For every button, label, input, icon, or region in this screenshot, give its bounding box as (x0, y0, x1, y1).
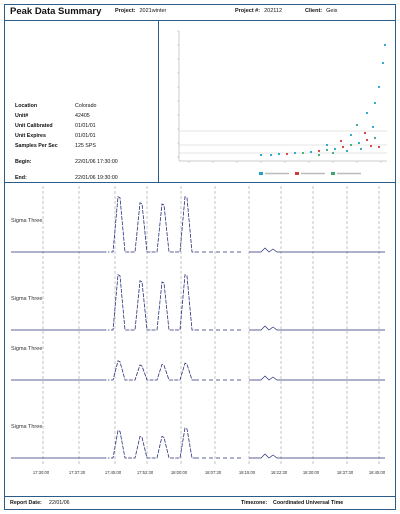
scatter-point-9 (333, 147, 337, 151)
scatter-point-17 (345, 149, 349, 153)
scatter-point-5 (301, 151, 305, 155)
report-date-value: 22/01/06 (49, 500, 70, 506)
timezone-value: Coordinated Universal Time (273, 500, 344, 506)
scatter-point-15 (317, 153, 321, 157)
scatter-point-1 (269, 153, 273, 157)
time-axis-label-4: 18:00:00 (171, 470, 188, 475)
section-divider (5, 182, 395, 183)
scatter-point-21 (349, 133, 353, 137)
waveform-panel: Sigma Three Sigma Three Sigma Three Sigma T… (11, 186, 386, 475)
time-axis-label-2: 17:45:00 (105, 470, 122, 475)
time-axis-label-8: 18:30:00 (303, 470, 320, 475)
scatter-point-16 (331, 151, 335, 155)
peak-scatter-chart (177, 30, 387, 175)
timezone-label: Timezone: (241, 500, 268, 506)
time-axis-label-5: 18:07:30 (205, 470, 222, 475)
scatter-point-14 (373, 136, 377, 140)
client-field: Client: Geis (305, 8, 338, 14)
time-axis-label-1: 17:37:30 (69, 470, 86, 475)
scatter-point-23 (371, 125, 375, 129)
scatter-point-22 (363, 131, 367, 135)
scatter-point-2 (277, 152, 281, 156)
time-axis-label-9: 18:37:30 (337, 470, 354, 475)
scatter-point-30 (339, 139, 343, 143)
scatter-point-20 (377, 145, 381, 149)
channel-waveform (111, 196, 195, 253)
scatter-point-0 (259, 153, 263, 157)
scatter-point-4 (293, 151, 297, 155)
scatter-point-3 (285, 152, 289, 156)
scatter-point-7 (317, 149, 321, 153)
project-number-field: Project #: 202112 (235, 8, 283, 14)
time-axis-label-7: 18:22:30 (271, 470, 288, 475)
time-axis-label-3: 17:52:30 (137, 470, 154, 475)
scatter-point-18 (359, 147, 363, 151)
legend-swatch-0 (259, 172, 263, 175)
scatter-point-24 (365, 111, 369, 115)
channel-waveform (111, 427, 195, 459)
scatter-point-26 (377, 85, 381, 89)
channel-baseline-right (249, 247, 385, 253)
legend-swatch-1 (295, 172, 299, 175)
scatter-point-25 (373, 101, 377, 105)
scatter-point-31 (325, 143, 329, 147)
header-divider (158, 21, 159, 182)
report-header: Peak Data Summary Project: 2021winter Pro… (5, 5, 395, 21)
channel-waveform (111, 360, 195, 381)
report-date-label: Report Date: (10, 500, 42, 506)
scatter-point-6 (309, 150, 313, 154)
channel-name-label: Sigma Three (11, 218, 42, 224)
time-axis-label-0: 17:30:00 (33, 470, 50, 475)
report-title: Peak Data Summary (10, 6, 102, 17)
channel-name-label: Sigma Three (11, 346, 42, 352)
channel-name-label: Sigma Three (11, 296, 42, 302)
project-field: Project: 2021winter (115, 8, 167, 14)
time-axis-label-10: 18:45:00 (369, 470, 386, 475)
report-page: Peak Data Summary Project: 2021winter Pro… (4, 4, 396, 510)
scatter-point-28 (383, 43, 387, 47)
channel-name-label: Sigma Three (11, 424, 42, 430)
channel-baseline-right (249, 453, 385, 459)
scatter-point-19 (369, 144, 373, 148)
channel-baseline-right (249, 325, 385, 331)
channel-baseline-right (249, 375, 385, 381)
scatter-point-11 (349, 143, 353, 147)
scatter-point-10 (341, 145, 345, 149)
scatter-point-12 (357, 141, 361, 145)
time-axis-label-6: 18:15:00 (239, 470, 256, 475)
channel-waveform (111, 274, 195, 331)
legend-swatch-2 (331, 172, 335, 175)
scatter-point-13 (365, 138, 369, 142)
scatter-point-8 (325, 148, 329, 152)
report-footer: Report Date: 22/01/06 Timezone: Coordina… (5, 496, 395, 509)
scatter-point-29 (355, 123, 359, 127)
scatter-point-27 (381, 61, 385, 65)
